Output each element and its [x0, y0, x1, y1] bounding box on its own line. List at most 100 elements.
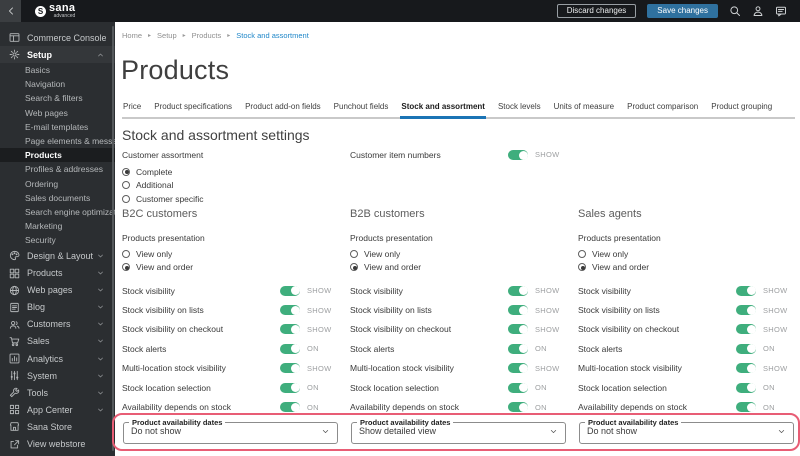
toggle-switch[interactable] — [736, 363, 756, 374]
toggle-switch[interactable] — [280, 305, 300, 316]
customer-item-numbers-toggle[interactable] — [508, 150, 528, 160]
breadcrumb-item[interactable]: Home — [122, 31, 142, 40]
setting-label: Multi-location stock visibility — [350, 363, 454, 374]
toggle-state-label: ON — [307, 402, 319, 412]
sidebar-subitem-products[interactable]: Products — [0, 148, 115, 163]
setting-toggle-row: Stock visibility on checkout SHOW — [350, 320, 565, 339]
sidebar-item-design-layout[interactable]: Design & Layout — [0, 247, 115, 264]
product-availability-dates-select[interactable]: Product availability dates Do not show — [579, 418, 794, 444]
sidebar-subitem-search-filters[interactable]: Search & filters — [0, 91, 115, 105]
toggle-switch[interactable] — [280, 363, 300, 374]
radio-option[interactable]: Customer specific — [122, 192, 337, 206]
toggle-switch[interactable] — [736, 402, 756, 413]
toggle-switch[interactable] — [508, 305, 528, 316]
radio-option[interactable]: View only — [578, 247, 793, 261]
user-account-icon[interactable] — [752, 5, 764, 17]
products-icon — [9, 268, 20, 279]
sidebar-item-label: Commerce Console — [27, 32, 106, 43]
sidebar-subitem-navigation[interactable]: Navigation — [0, 77, 115, 91]
toggle-switch[interactable] — [508, 285, 528, 296]
customer-assortment-group: Customer assortment Complete Additional Cu… — [122, 150, 337, 206]
tab-product-specifications[interactable]: Product specifications — [153, 99, 233, 119]
radio-option[interactable]: Additional — [122, 179, 337, 193]
tab-product-comparison[interactable]: Product comparison — [626, 99, 699, 119]
toggle-switch[interactable] — [736, 305, 756, 316]
sidebar-item-sana-store[interactable]: Sana Store — [0, 418, 115, 435]
sidebar-subitem-ordering[interactable]: Ordering — [0, 177, 115, 191]
sidebar-item-web-pages[interactable]: Web pages — [0, 282, 115, 299]
radio-option[interactable]: View and order — [350, 261, 565, 275]
radio-option[interactable]: View and order — [578, 261, 793, 275]
toggle-switch[interactable] — [280, 402, 300, 413]
sidebar-item-system[interactable]: System — [0, 367, 115, 384]
radio-option[interactable]: View only — [122, 247, 337, 261]
tab-product-add-on-fields[interactable]: Product add-on fields — [244, 99, 322, 119]
sidebar-subitem-basics[interactable]: Basics — [0, 63, 115, 77]
sidebar-subitem-security[interactable]: Security — [0, 233, 115, 247]
toggle-switch[interactable] — [508, 324, 528, 335]
radio-option[interactable]: Complete — [122, 165, 337, 179]
toggle-knob — [518, 363, 528, 373]
sidebar-subitem-web-pages[interactable]: Web pages — [0, 106, 115, 120]
toggle-switch[interactable] — [508, 363, 528, 374]
sidebar-item-setup[interactable]: Setup — [0, 46, 115, 63]
tab-product-grouping[interactable]: Product grouping — [710, 99, 773, 119]
setting-label: Availability depends on stock — [122, 402, 231, 413]
sidebar-subitem-page-elements-messages[interactable]: Page elements & messages — [0, 134, 115, 148]
toggle-switch[interactable] — [508, 382, 528, 393]
sidebar-item-sales[interactable]: Sales — [0, 333, 115, 350]
radio-icon — [122, 263, 130, 272]
radio-icon — [122, 181, 130, 190]
sidebar-subitem-marketing[interactable]: Marketing — [0, 219, 115, 233]
page-title: Products — [121, 55, 230, 85]
discard-changes-button[interactable]: Discard changes — [556, 4, 637, 18]
toggle-switch[interactable] — [280, 324, 300, 335]
sidebar-subitem-profiles-addresses[interactable]: Profiles & addresses — [0, 162, 115, 176]
tab-stock-levels[interactable]: Stock levels — [497, 99, 542, 119]
toggle-switch[interactable] — [508, 343, 528, 354]
sidebar-item-tools[interactable]: Tools — [0, 384, 115, 401]
sidebar-item-app-center[interactable]: App Center — [0, 401, 115, 418]
toggle-knob — [290, 383, 300, 393]
breadcrumb-item[interactable]: Setup — [157, 31, 177, 40]
sidebar-item-analytics[interactable]: Analytics — [0, 350, 115, 367]
setting-label: Multi-location stock visibility — [122, 363, 226, 374]
sidebar-item-label: View webstore — [27, 439, 86, 450]
products-presentation-label: Products presentation — [350, 233, 433, 243]
sidebar-item-view-webstore[interactable]: View webstore — [0, 435, 115, 452]
toggle-switch[interactable] — [280, 285, 300, 296]
product-availability-dates-select[interactable]: Product availability dates Show detailed … — [351, 418, 566, 444]
toggle-switch[interactable] — [508, 402, 528, 413]
tab-price[interactable]: Price — [122, 99, 142, 119]
products-presentation-options: View only View and order — [122, 247, 337, 274]
product-availability-dates-select[interactable]: Product availability dates Do not show — [123, 418, 338, 444]
sidebar-item-customers[interactable]: Customers — [0, 316, 115, 333]
sidebar-subitem-sales-documents[interactable]: Sales documents — [0, 191, 115, 205]
settings-column-b2b-customers: B2B customers Products presentation View o… — [350, 208, 565, 417]
toggle-state-label: ON — [535, 383, 547, 393]
sidebar-scrollbar[interactable] — [112, 26, 114, 451]
tab-units-of-measure[interactable]: Units of measure — [553, 99, 615, 119]
sidebar-subitem-e-mail-templates[interactable]: E-mail templates — [0, 120, 115, 134]
radio-option[interactable]: View and order — [122, 261, 337, 275]
breadcrumb-item[interactable]: Stock and assortment — [236, 31, 309, 40]
toggle-switch[interactable] — [736, 343, 756, 354]
breadcrumb-item[interactable]: Products — [192, 31, 222, 40]
settings-column-sales-agents: Sales agents Products presentation View on… — [578, 208, 793, 417]
radio-option[interactable]: View only — [350, 247, 565, 261]
sidebar-item-commerce-console[interactable]: Commerce Console — [0, 29, 115, 46]
feedback-icon[interactable] — [775, 5, 787, 17]
toggle-switch[interactable] — [736, 382, 756, 393]
toggle-switch[interactable] — [736, 324, 756, 335]
toggle-switch[interactable] — [280, 343, 300, 354]
sidebar-item-products[interactable]: Products — [0, 265, 115, 282]
toggle-switch[interactable] — [736, 285, 756, 296]
sidebar-collapse-button[interactable] — [0, 0, 21, 22]
toggle-switch[interactable] — [280, 382, 300, 393]
sidebar-item-blog[interactable]: Blog — [0, 299, 115, 316]
tab-punchout-fields[interactable]: Punchout fields — [333, 99, 390, 119]
search-icon[interactable] — [729, 5, 741, 17]
tab-stock-and-assortment[interactable]: Stock and assortment — [400, 99, 486, 119]
save-changes-button[interactable]: Save changes — [647, 4, 718, 18]
sidebar-subitem-search-engine-optimization[interactable]: Search engine optimization — [0, 205, 115, 219]
